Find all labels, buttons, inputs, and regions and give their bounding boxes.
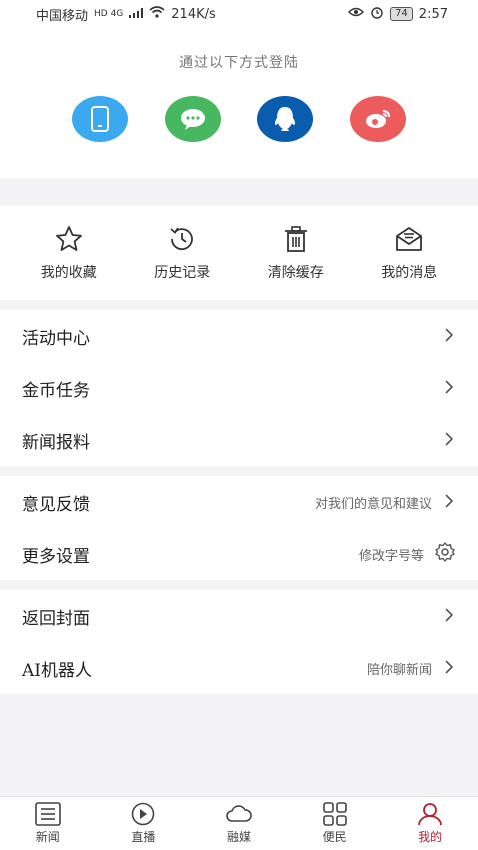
- wechat-icon: [180, 109, 205, 130]
- tab-news[interactable]: 新闻: [8, 802, 88, 845]
- battery-indicator: 74: [390, 7, 413, 21]
- login-section: 通过以下方式登陆: [0, 28, 478, 178]
- trash-icon: [284, 226, 307, 252]
- tab-live[interactable]: 直播: [103, 802, 183, 845]
- tab-label: 新闻: [35, 830, 60, 844]
- signal-icon: [129, 7, 144, 22]
- history-icon: [170, 227, 194, 251]
- news-icon: [34, 802, 61, 826]
- cloud-icon: [226, 805, 252, 822]
- menu-item-label: 意见反馈: [22, 494, 90, 515]
- carrier-label: 中国移动: [36, 8, 89, 24]
- history-label: 历史记录: [154, 265, 211, 281]
- menu-item-label: AI机器人: [22, 660, 92, 681]
- wifi-icon: [149, 6, 165, 22]
- menu-item-label: 新闻报料: [22, 432, 90, 453]
- chevron-right-icon: [442, 659, 456, 678]
- weibo-icon: [365, 110, 390, 128]
- wechat-login-button[interactable]: [164, 96, 221, 142]
- tab-label: 直播: [131, 830, 156, 844]
- user-icon: [418, 803, 443, 826]
- tab-mine[interactable]: 我的: [390, 802, 470, 845]
- quick-actions: 我的收藏 历史记录 清除缓存 我的消息: [0, 206, 478, 300]
- tab-services[interactable]: 便民: [295, 802, 375, 845]
- menu-item-feedback[interactable]: 意见反馈 对我们的意见和建议: [0, 476, 478, 528]
- chevron-right-icon: [442, 493, 456, 512]
- tab-label: 便民: [322, 830, 347, 844]
- tab-label: 融媒: [226, 830, 251, 844]
- qq-login-button[interactable]: [257, 96, 314, 142]
- menu-item-activity-center[interactable]: 活动中心: [0, 310, 478, 362]
- star-icon: [55, 226, 82, 251]
- menu-item-label: 更多设置: [22, 546, 90, 567]
- menu-item-hint: 陪你聊新闻: [366, 662, 432, 678]
- messages-button[interactable]: 我的消息: [359, 206, 459, 300]
- history-button[interactable]: 历史记录: [132, 206, 232, 300]
- phone-icon: [91, 106, 109, 132]
- chevron-right-icon: [442, 607, 456, 626]
- phone-login-button[interactable]: [72, 96, 128, 142]
- clear-cache-button[interactable]: 清除缓存: [246, 206, 346, 300]
- menu-item-label: 活动中心: [22, 328, 90, 349]
- alarm-icon: [370, 5, 384, 23]
- menu-group-2: 意见反馈 对我们的意见和建议 更多设置 修改字号等: [0, 476, 478, 580]
- network-indicator: HD 4G: [94, 9, 124, 19]
- tab-media[interactable]: 融媒: [199, 802, 279, 845]
- network-speed: 214K/s: [171, 6, 216, 22]
- menu-item-coin-tasks[interactable]: 金币任务: [0, 362, 478, 414]
- chevron-right-icon: [442, 379, 456, 398]
- chevron-right-icon: [442, 327, 456, 346]
- login-title: 通过以下方式登陆: [179, 55, 299, 71]
- grid-icon: [322, 802, 347, 826]
- favorites-label: 我的收藏: [40, 265, 97, 281]
- menu-item-ai-robot[interactable]: AI机器人 陪你聊新闻: [0, 642, 478, 694]
- favorites-button[interactable]: 我的收藏: [19, 206, 119, 300]
- clock: 2:57: [418, 6, 448, 22]
- tab-label: 我的: [418, 830, 443, 844]
- menu-item-hint: 对我们的意见和建议: [314, 496, 432, 512]
- bottom-tab-bar: 新闻 直播 融媒 便民 我的: [0, 796, 478, 850]
- weibo-login-button[interactable]: [349, 96, 406, 142]
- chevron-right-icon: [442, 431, 456, 450]
- status-bar: 中国移动 HD 4G 214K/s 74 2:57: [0, 0, 478, 28]
- menu-item-more-settings[interactable]: 更多设置 修改字号等: [0, 528, 478, 580]
- menu-group-1: 活动中心 金币任务 新闻报料: [0, 310, 478, 466]
- qq-icon: [275, 107, 296, 131]
- menu-item-label: 返回封面: [22, 608, 90, 629]
- message-icon: [396, 227, 423, 251]
- menu-item-label: 金币任务: [22, 380, 90, 401]
- menu-item-back-to-cover[interactable]: 返回封面: [0, 590, 478, 642]
- eye-icon: [348, 6, 365, 22]
- login-methods: [0, 96, 478, 142]
- menu-group-3: 返回封面 AI机器人 陪你聊新闻: [0, 590, 478, 694]
- clear-cache-label: 清除缓存: [267, 265, 324, 281]
- gear-icon: [434, 541, 456, 567]
- messages-label: 我的消息: [381, 265, 438, 281]
- play-icon: [132, 802, 155, 826]
- menu-item-news-tip[interactable]: 新闻报料: [0, 414, 478, 466]
- menu-item-hint: 修改字号等: [358, 548, 424, 564]
